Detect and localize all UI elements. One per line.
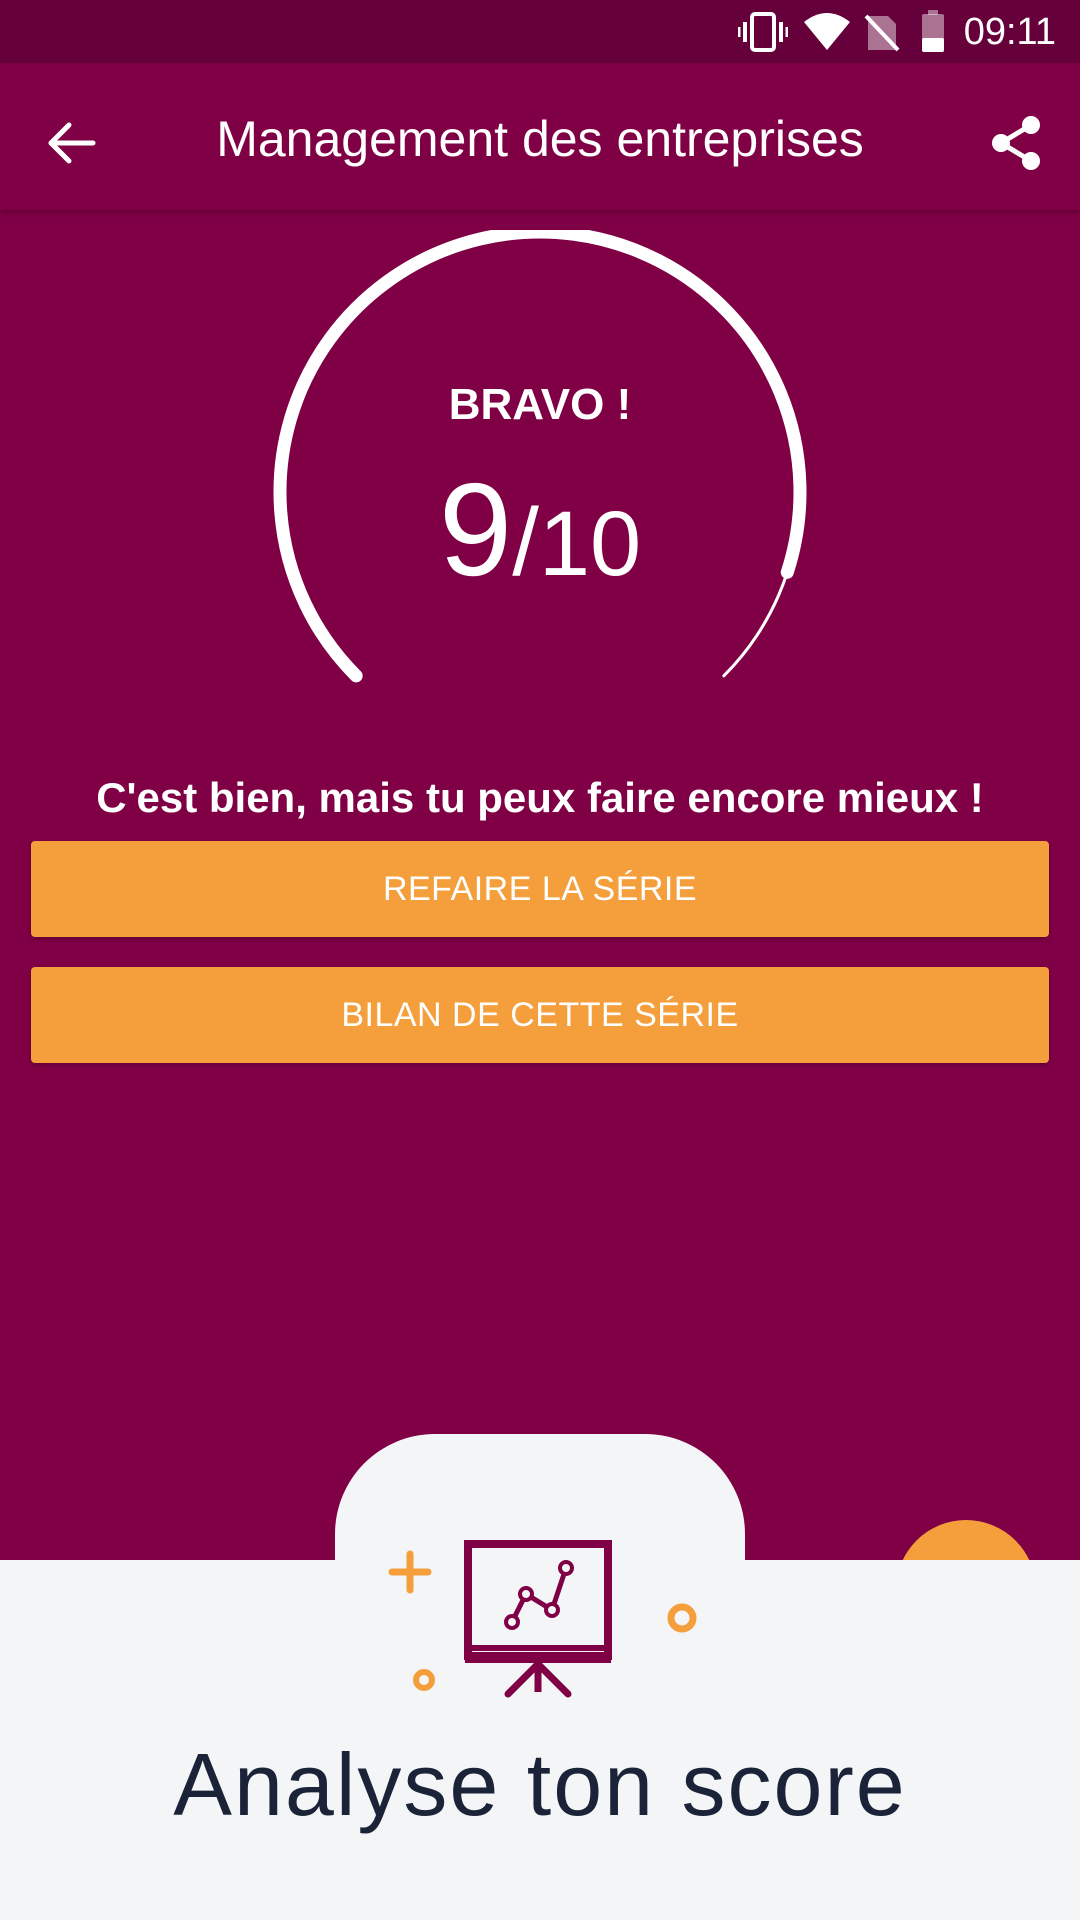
share-icon bbox=[992, 116, 1040, 170]
analyse-score-title: Analyse ton score bbox=[173, 1735, 907, 1834]
share-button[interactable] bbox=[972, 99, 1060, 187]
score-separator: / bbox=[512, 489, 539, 596]
score-display: 9/10 bbox=[0, 460, 1080, 614]
score-value: 9 bbox=[438, 456, 513, 603]
score-total: 10 bbox=[538, 493, 642, 595]
app-bar: Management des entreprises bbox=[0, 63, 1080, 210]
series-summary-button[interactable]: BILAN DE CETTE SÉRIE bbox=[31, 967, 1049, 1063]
battery-icon bbox=[922, 10, 944, 52]
retry-series-button[interactable]: REFAIRE LA SÉRIE bbox=[31, 841, 1049, 937]
status-bar: 09:11 bbox=[0, 0, 1080, 63]
presentation-chart-icon bbox=[388, 1540, 697, 1698]
page-title: Management des entreprises bbox=[216, 111, 864, 167]
vibrate-icon bbox=[738, 12, 788, 52]
feedback-message: C'est bien, mais tu peux faire encore mi… bbox=[96, 774, 984, 821]
wifi-icon bbox=[804, 13, 850, 50]
back-button[interactable] bbox=[32, 103, 112, 183]
status-time: 09:11 bbox=[963, 11, 1056, 53]
result-heading: BRAVO ! bbox=[448, 380, 632, 429]
no-sim-icon bbox=[864, 14, 900, 52]
arrow-left-icon bbox=[48, 122, 96, 164]
